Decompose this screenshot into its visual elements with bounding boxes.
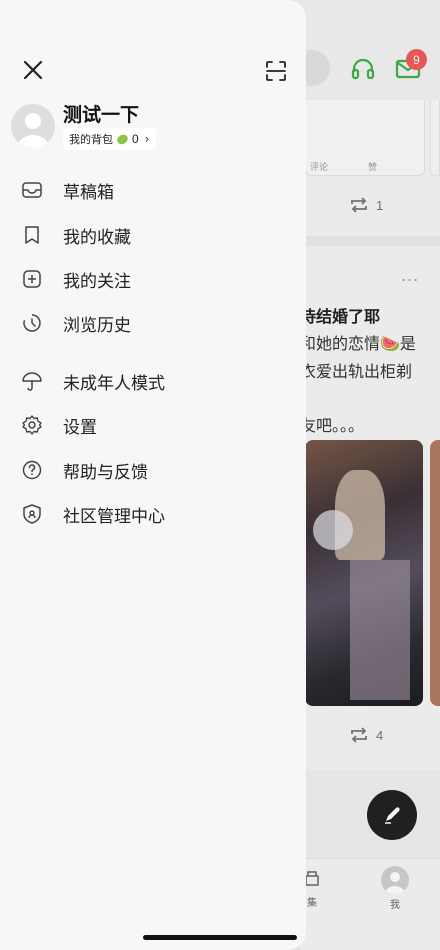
username[interactable]: 测试一下	[63, 100, 139, 127]
menu-item-teen-mode[interactable]: 未成年人模式	[20, 366, 290, 396]
menu-item-label: 社区管理中心	[63, 506, 165, 527]
menu-item-label: 草稿箱	[63, 182, 114, 203]
avatar[interactable]	[11, 104, 55, 148]
menu-item-label: 未成年人模式	[63, 373, 165, 394]
shield-icon	[20, 502, 44, 526]
close-icon[interactable]	[20, 57, 46, 83]
scan-icon[interactable]	[263, 58, 289, 84]
backpack-button[interactable]: 我的背包 0 ›	[63, 128, 156, 150]
menu-item-label: 帮助与反馈	[63, 462, 148, 483]
plus-square-icon	[20, 267, 44, 291]
menu-item-settings[interactable]: 设置	[20, 410, 290, 440]
menu-item-history[interactable]: 浏览历史	[20, 308, 290, 338]
menu-item-help[interactable]: 帮助与反馈	[20, 455, 290, 485]
history-icon	[20, 311, 44, 335]
gear-icon	[20, 413, 44, 437]
menu-item-community-admin[interactable]: 社区管理中心	[20, 499, 290, 529]
profile-header[interactable]: 测试一下 我的背包 0 ›	[11, 100, 271, 156]
drafts-icon	[20, 178, 44, 202]
bean-icon	[115, 132, 130, 146]
menu-item-label: 浏览历史	[63, 315, 131, 336]
side-drawer: 测试一下 我的背包 0 › 草稿箱 我的收藏 我的关注 浏览历史 未成年人模式 …	[0, 0, 306, 950]
menu-item-following[interactable]: 我的关注	[20, 264, 290, 294]
backpack-label: 我的背包	[69, 133, 113, 146]
help-icon	[20, 458, 44, 482]
menu-item-favorites[interactable]: 我的收藏	[20, 220, 290, 250]
menu-item-label: 设置	[63, 417, 97, 438]
bookmark-icon	[20, 223, 44, 247]
backpack-count: 0	[132, 132, 139, 146]
menu-item-label: 我的收藏	[63, 227, 131, 248]
menu-item-label: 我的关注	[63, 271, 131, 292]
umbrella-icon	[20, 369, 44, 393]
menu-item-drafts[interactable]: 草稿箱	[20, 175, 290, 205]
home-indicator[interactable]	[143, 935, 297, 940]
chevron-right-icon: ›	[144, 132, 150, 146]
